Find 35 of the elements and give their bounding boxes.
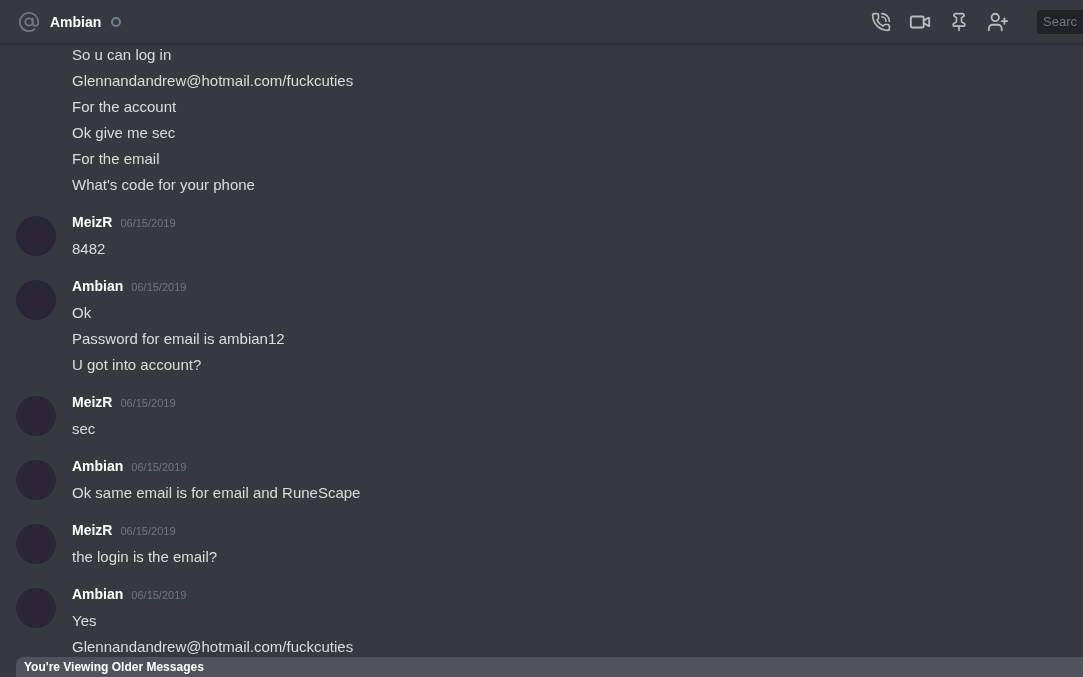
channel-title: Ambian [50,13,102,30]
author-name[interactable]: MeizR [72,394,113,410]
message-text: So u can log in [72,45,173,65]
message-text: Ok give me sec [72,123,177,143]
at-sign-icon [18,10,40,33]
pin-icon[interactable] [949,11,969,32]
message-timestamp: 06/15/2019 [120,525,176,537]
author-name[interactable]: Ambian [72,586,124,602]
message-timestamp: 06/15/2019 [120,397,176,409]
author-name[interactable]: MeizR [72,214,113,230]
author-name[interactable]: Ambian [72,458,124,474]
message-timestamp: 06/15/2019 [120,217,176,229]
message-text: 8482 [72,239,107,259]
message-text: Ok same email is for email and RuneScape [72,483,361,503]
message-text: For the email [72,149,161,169]
message-text: Ok [72,303,93,323]
message-timestamp: 06/15/2019 [131,281,187,293]
add-user-icon[interactable] [987,10,1009,33]
message-text: What's code for your phone [72,175,256,195]
status-icon [111,16,122,27]
message-text: the login is the email? [72,547,218,567]
message-text: sec [72,419,97,439]
message-text: Glennandandrew@hotmail.com/fuckcuties [72,71,354,91]
message-text: Yes [72,611,98,631]
search-field[interactable]: Searc [1037,9,1083,34]
author-name[interactable]: MeizR [72,522,113,538]
message-timestamp: 06/15/2019 [131,461,187,473]
phone-icon[interactable] [871,11,891,32]
message-text: Password for email is ambian12 [72,329,285,349]
message-text: U got into account? [72,355,203,375]
message-timestamp: 06/15/2019 [131,589,187,601]
message-text: Glennandandrew@hotmail.com/fuckcuties [72,637,354,657]
older-messages-bar[interactable]: You're Viewing Older Messages [16,657,1083,677]
author-name[interactable]: Ambian [72,278,124,294]
message-text: For the account [72,97,178,117]
